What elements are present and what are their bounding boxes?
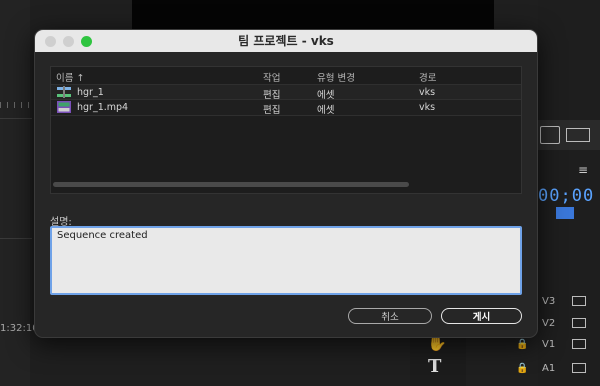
- column-header-name[interactable]: 이름 ↑: [56, 70, 84, 84]
- row-name: hgr_1.mp4: [77, 102, 129, 113]
- track-output-icon[interactable]: [572, 363, 586, 373]
- dialog-title: 팀 프로젝트 - vks: [238, 34, 334, 48]
- lock-icon[interactable]: 🔒: [516, 363, 528, 374]
- row-work: 편집: [263, 105, 281, 116]
- source-timecode: 1:32:10: [0, 323, 39, 334]
- program-monitor: [132, 0, 494, 30]
- row-path: vks: [419, 87, 436, 98]
- team-project-dialog: 팀 프로젝트 - vks 이름 ↑ 작업 유형 변경 경로 hgr_1 편집 에…: [34, 29, 538, 338]
- column-header-path[interactable]: 경로: [419, 70, 436, 84]
- panel-divider: [0, 238, 32, 239]
- hamburger-icon[interactable]: ≡: [578, 163, 588, 177]
- row-path: vks: [419, 102, 436, 113]
- track-output-icon[interactable]: [572, 318, 586, 328]
- row-type: 에셋: [317, 105, 335, 116]
- track-name: V3: [542, 295, 556, 307]
- changes-list: 이름 ↑ 작업 유형 변경 경로 hgr_1 편집 에셋 vks hgr_1.m…: [50, 66, 522, 194]
- track-row: 🔒 A1: [468, 358, 600, 378]
- column-header-work[interactable]: 작업: [263, 70, 280, 84]
- column-header-type[interactable]: 유형 변경: [317, 70, 355, 84]
- post-button[interactable]: 게시: [441, 308, 522, 324]
- settings-icon[interactable]: [566, 128, 590, 142]
- panel-divider: [0, 118, 32, 119]
- track-name: A1: [542, 362, 556, 374]
- list-header: 이름 ↑ 작업 유형 변경 경로: [51, 67, 521, 85]
- text-tool-icon[interactable]: T: [428, 356, 441, 377]
- program-timecode[interactable]: 00;00: [538, 186, 594, 206]
- horizontal-scrollbar[interactable]: [53, 182, 409, 187]
- sequence-icon: [57, 86, 71, 98]
- playhead-marker[interactable]: [556, 207, 574, 219]
- export-frame-icon[interactable]: [540, 126, 560, 144]
- time-ruler: [0, 102, 30, 108]
- track-output-icon[interactable]: [572, 339, 586, 349]
- lock-icon[interactable]: 🔒: [516, 339, 528, 350]
- row-name: hgr_1: [77, 87, 104, 98]
- description-field[interactable]: Sequence created: [50, 226, 522, 295]
- track-name: V1: [542, 338, 556, 350]
- table-row[interactable]: hgr_1.mp4 편집 에셋 vks: [51, 99, 521, 116]
- table-row[interactable]: hgr_1 편집 에셋 vks: [51, 84, 521, 101]
- video-clip-icon: [57, 101, 71, 113]
- track-name: V2: [542, 317, 556, 329]
- track-output-icon[interactable]: [572, 296, 586, 306]
- cancel-button[interactable]: 취소: [348, 308, 432, 324]
